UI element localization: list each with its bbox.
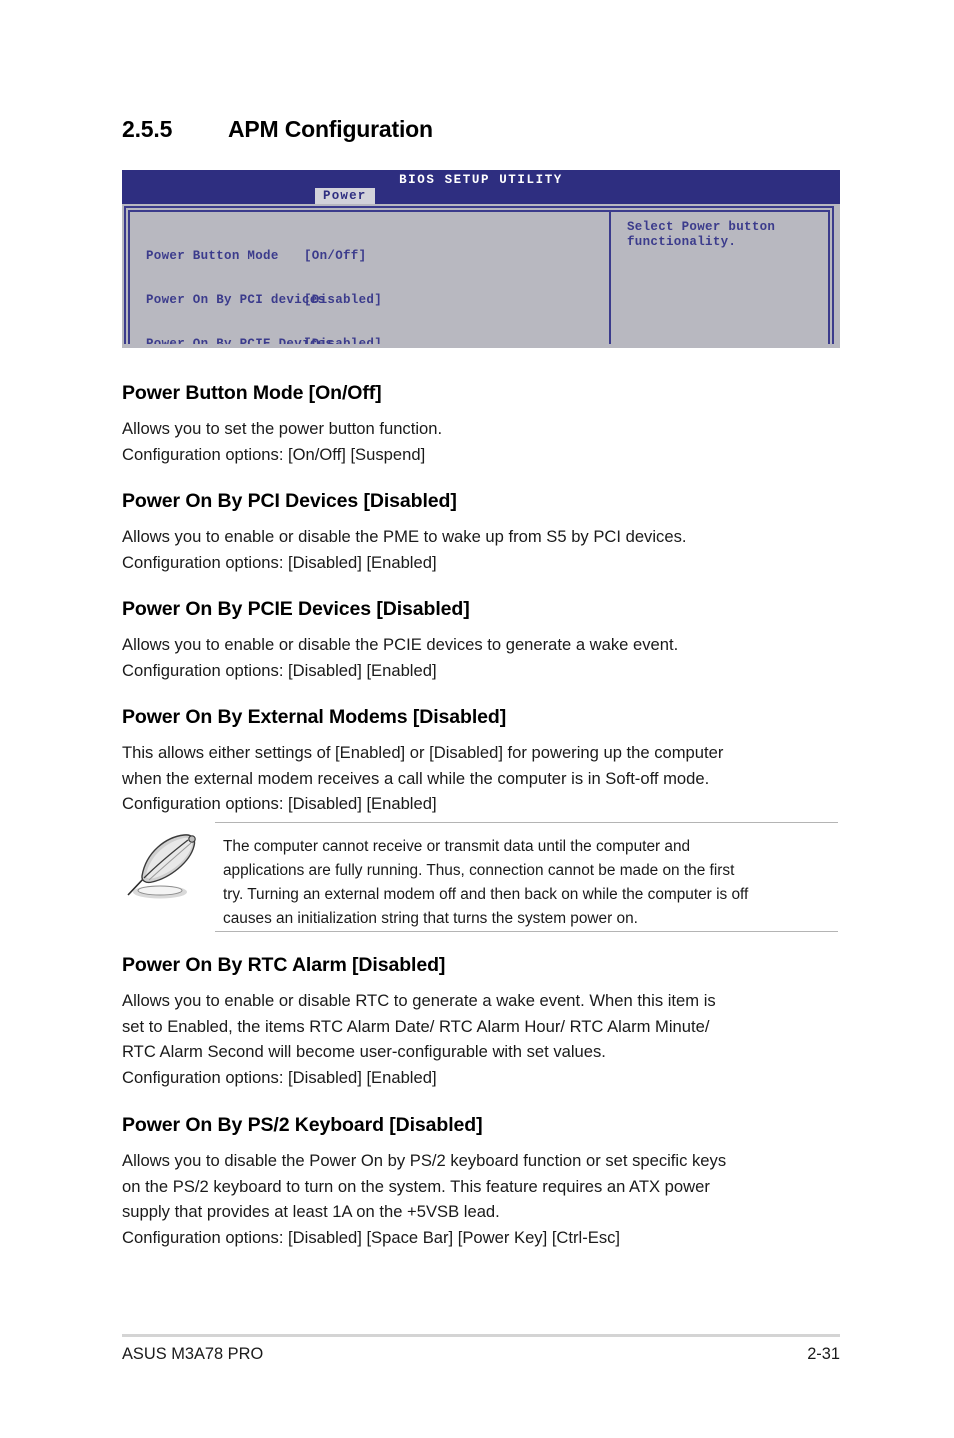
body-line: when the external modem receives a call … — [122, 768, 710, 788]
bios-item-label: Power On By PCI devices — [146, 292, 326, 307]
bios-item-value: [Disabled] — [304, 292, 383, 307]
bios-help-panel: Select Power button functionality. — [627, 220, 827, 249]
body-line: RTC Alarm Second will become user-config… — [122, 1042, 606, 1062]
note-rule-bottom — [215, 931, 838, 932]
note-text: The computer cannot receive or transmit … — [223, 835, 838, 931]
bios-row[interactable]: Power On By PCI devices[Disabled] — [146, 293, 390, 308]
note-line: causes an initialization string that tur… — [223, 910, 638, 927]
body-line: Configuration options: [Disabled] [Enabl… — [122, 660, 437, 680]
section-title: APM Configuration — [228, 116, 433, 142]
note-rule-top — [215, 822, 838, 823]
bios-body: Power Button Mode [On/Off] Power On By PC… — [122, 204, 840, 348]
section-number: 2.5.5 — [122, 116, 173, 142]
body-line: Allows you to enable or disable the PME … — [122, 527, 687, 546]
subsection-body: Allows you to enable or disable RTC to g… — [122, 988, 838, 1090]
bios-help-line: Select Power button — [627, 220, 776, 234]
body-line: Allows you to enable or disable the PCIE… — [122, 635, 679, 654]
subsection-heading: Power Button Mode [On/Off] — [122, 382, 382, 404]
body-line: Allows you to disable the Power On by PS… — [122, 1151, 727, 1170]
subsection-heading: Power On By PS/2 Keyboard [Disabled] — [122, 1114, 483, 1136]
body-line: Configuration options: [On/Off] [Suspend… — [122, 444, 426, 464]
subsection-body: Allows you to enable or disable the PCIE… — [122, 632, 838, 683]
subsection-body: Allows you to enable or disable the PME … — [122, 524, 838, 575]
body-line: Allows you to enable or disable RTC to g… — [122, 991, 716, 1010]
bios-screenshot-figure: BIOS SETUP UTILITY Power Power Button Mo… — [122, 170, 840, 348]
bios-panel-divider — [609, 210, 611, 348]
document-page: 2.5.5 APM Configuration BIOS SETUP UTILI… — [0, 0, 954, 1438]
body-line: This allows either settings of [Enabled]… — [122, 743, 724, 762]
torn-edge-graphic — [122, 344, 840, 348]
quill-pen-icon — [127, 834, 196, 899]
bios-item-value: [On/Off] — [304, 249, 367, 264]
subsection-body: Allows you to set the power button funct… — [122, 416, 838, 467]
bios-screen: BIOS SETUP UTILITY Power Power Button Mo… — [122, 170, 840, 348]
section-heading: 2.5.5 APM Configuration — [122, 116, 842, 143]
bios-settings-list: Power Button Mode [On/Off] Power On By PC… — [146, 220, 390, 348]
body-line: on the PS/2 keyboard to turn on the syst… — [122, 1176, 710, 1196]
note-callout: The computer cannot receive or transmit … — [122, 822, 838, 932]
bios-utility-title: BIOS SETUP UTILITY — [399, 173, 563, 187]
note-line: The computer cannot receive or transmit … — [223, 838, 691, 855]
note-line: try. Turning an external modem off and t… — [223, 886, 749, 903]
body-line: supply that provides at least 1A on the … — [122, 1202, 500, 1222]
subsection-body: This allows either settings of [Enabled]… — [122, 740, 838, 817]
subsection-heading: Power On By PCIE Devices [Disabled] — [122, 598, 470, 620]
body-line: set to Enabled, the items RTC Alarm Date… — [122, 1016, 710, 1036]
body-line: Configuration options: [Disabled] [Enabl… — [122, 1067, 437, 1087]
bios-row[interactable]: Power Button Mode [On/Off] — [146, 249, 390, 264]
subsection-heading: Power On By External Modems [Disabled] — [122, 706, 507, 728]
body-line: Configuration options: [Disabled] [Enabl… — [122, 552, 437, 572]
subsection-heading: Power On By RTC Alarm [Disabled] — [122, 954, 446, 976]
body-line: Configuration options: [Disabled] [Enabl… — [122, 794, 437, 814]
note-line: applications are fully running. Thus, co… — [223, 862, 735, 879]
footer-divider — [122, 1334, 840, 1337]
body-line: Allows you to set the power button funct… — [122, 419, 443, 438]
bios-item-label: Power Button Mode — [146, 249, 279, 264]
bios-tab-power[interactable]: Power — [315, 188, 375, 204]
subsection-heading: Power On By PCI Devices [Disabled] — [122, 490, 457, 512]
footer-page-number: 2-31 — [807, 1345, 840, 1363]
body-line: Configuration options: [Disabled] [Space… — [122, 1227, 621, 1247]
subsection-body: Allows you to disable the Power On by PS… — [122, 1148, 838, 1250]
bios-help-line: functionality. — [627, 234, 737, 249]
